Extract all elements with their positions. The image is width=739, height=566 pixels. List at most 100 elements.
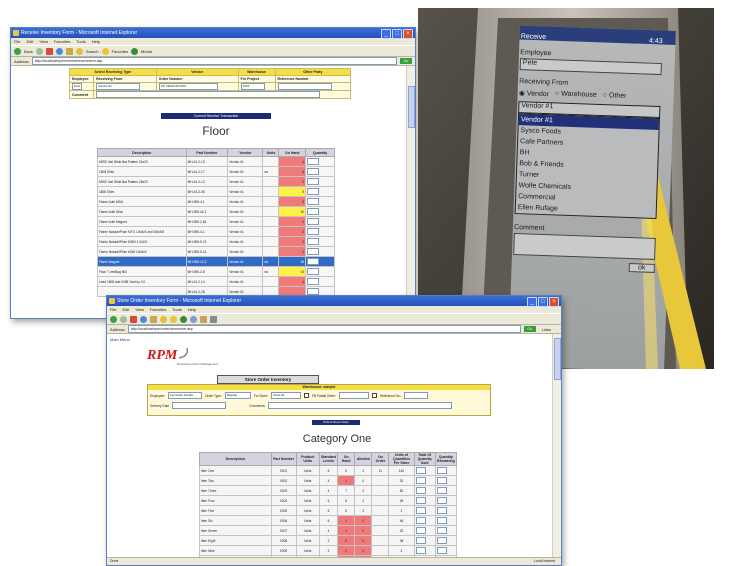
table-row[interactable]: Item Seven 0007 Units 4 1 0 32 bbox=[199, 525, 458, 536]
quantity-input[interactable] bbox=[436, 477, 447, 484]
quantity-input[interactable] bbox=[415, 547, 426, 554]
quantity-input[interactable] bbox=[436, 537, 447, 544]
table-row[interactable]: Item Eight 0008 Units 2 0 0 38 bbox=[199, 535, 458, 546]
back-icon[interactable] bbox=[14, 47, 21, 55]
vendor-tab[interactable]: Vendor bbox=[155, 68, 239, 76]
search-icon[interactable] bbox=[75, 47, 83, 55]
category-scrollbar[interactable] bbox=[552, 334, 561, 557]
quantity-input[interactable] bbox=[415, 517, 426, 524]
handheld-vendor-list[interactable]: Vendor #1 Sysco Foods Cafe Partners BH Bob &… bbox=[514, 113, 661, 219]
media-icon[interactable] bbox=[131, 47, 139, 55]
quantity-input[interactable] bbox=[415, 497, 426, 504]
menu-tools[interactable]: Tools bbox=[172, 306, 181, 313]
menu-view[interactable]: View bbox=[135, 306, 144, 313]
home-icon[interactable] bbox=[150, 315, 157, 323]
quantity-input[interactable] bbox=[436, 547, 447, 554]
comments-input[interactable] bbox=[268, 402, 453, 409]
quantity-input[interactable] bbox=[415, 467, 426, 474]
go-button[interactable]: Go bbox=[400, 58, 412, 64]
commit-receive-button[interactable]: Commit Receive Transaction bbox=[161, 113, 271, 119]
floor-scrollbar[interactable] bbox=[406, 66, 415, 318]
table-row[interactable]: Flame Magnet MH-955-13-3 Vendor #1 ea 45 bbox=[97, 256, 335, 267]
quantity-input[interactable] bbox=[307, 218, 320, 225]
other-party-tab[interactable]: Other Party bbox=[274, 68, 352, 76]
quantity-input[interactable] bbox=[307, 258, 320, 265]
quantity-input[interactable] bbox=[307, 248, 320, 255]
stop-icon[interactable] bbox=[45, 47, 53, 55]
radio-warehouse[interactable]: ○ Warehouse bbox=[555, 90, 597, 99]
handheld-comment-input[interactable] bbox=[513, 233, 656, 260]
fill-partial-select[interactable] bbox=[338, 392, 369, 399]
handheld-employee-select[interactable]: Pete bbox=[519, 58, 662, 76]
comment-input[interactable] bbox=[96, 91, 321, 98]
table-row[interactable]: Flame Natural/Plum MTO 1/4x6/4 and 3/8x3… bbox=[97, 226, 335, 237]
category-scroll-thumb[interactable] bbox=[554, 338, 561, 380]
quantity-input[interactable] bbox=[436, 507, 447, 514]
floor-title-bar[interactable]: Receive Inventory Form - Microsoft Inter… bbox=[11, 28, 415, 39]
table-row[interactable]: Flame Auth MDA MH-955-4-1 Vendor #1 8 bbox=[97, 196, 335, 207]
quantity-input[interactable] bbox=[307, 228, 320, 235]
receiving-from-select[interactable]: Vendor #1 bbox=[96, 83, 141, 90]
maximize-button[interactable]: □ bbox=[538, 297, 548, 307]
quantity-input[interactable] bbox=[307, 238, 320, 245]
submit-store-order-button[interactable]: Submit Store Order bbox=[312, 420, 360, 425]
search-icon[interactable] bbox=[160, 315, 167, 323]
quantity-input[interactable] bbox=[436, 527, 447, 534]
table-row[interactable]: Item Three 0003 Units 4 7 2 82 bbox=[199, 485, 458, 496]
close-button[interactable]: × bbox=[403, 29, 413, 39]
quantity-input[interactable] bbox=[436, 517, 447, 524]
table-row[interactable]: Flame Natural/Plum M0M 1/8x6/4 MH-955-5-1… bbox=[97, 246, 335, 257]
table-row[interactable]: 1808 Shim MH-44-2-08 Vendor #1 9 bbox=[97, 186, 335, 197]
for-project-select[interactable]: 1010 bbox=[240, 83, 265, 90]
table-row[interactable]: Item One 0001 Units 6 6 2 11 140 bbox=[199, 465, 458, 476]
menu-help[interactable]: Help bbox=[188, 306, 196, 313]
mail-icon[interactable] bbox=[200, 315, 207, 323]
maximize-button[interactable]: □ bbox=[392, 29, 402, 39]
reference-number-input[interactable] bbox=[277, 83, 332, 90]
history-icon[interactable] bbox=[190, 315, 197, 323]
employee-select[interactable]: Fernando Zavala bbox=[168, 392, 203, 399]
table-row[interactable]: Item Four 0004 Units 6 6 2 26 bbox=[199, 495, 458, 506]
quantity-input[interactable] bbox=[307, 198, 320, 205]
warehouse-tab[interactable]: Warehouse bbox=[237, 68, 276, 76]
links-label[interactable]: Links bbox=[542, 327, 551, 332]
radio-other[interactable]: ○ Other bbox=[603, 92, 627, 101]
table-row[interactable]: 1808 Shim MH-44-2-17 Vendor #1 ea 6 bbox=[97, 166, 335, 177]
menu-edit[interactable]: Edit bbox=[26, 38, 33, 45]
reference-input[interactable] bbox=[404, 392, 429, 399]
stop-icon[interactable] bbox=[130, 315, 137, 323]
table-row[interactable]: Flame Natural/Plum MDM 1.0x2/3 MH-955-5-7… bbox=[97, 236, 335, 247]
quantity-input[interactable] bbox=[415, 477, 426, 484]
menu-help[interactable]: Help bbox=[92, 38, 100, 45]
search-label[interactable]: Search bbox=[86, 49, 99, 54]
media-label[interactable]: Media bbox=[141, 49, 152, 54]
quantity-input[interactable] bbox=[415, 487, 426, 494]
reference-checkbox[interactable] bbox=[371, 393, 377, 398]
quantity-input[interactable] bbox=[436, 467, 447, 474]
quantity-input[interactable] bbox=[307, 278, 320, 285]
table-row[interactable]: Floor T vertBag 800 MH-955-2-8 Vendor #1 ea… bbox=[97, 266, 335, 277]
delivery-date-input[interactable] bbox=[172, 402, 227, 409]
table-row[interactable]: Item Two 0002 Units 4 1 0 20 bbox=[199, 475, 458, 486]
forward-icon[interactable] bbox=[35, 47, 43, 55]
print-icon[interactable] bbox=[210, 315, 217, 323]
menu-favorites[interactable]: Favorites bbox=[150, 306, 166, 313]
forward-icon[interactable] bbox=[120, 315, 127, 323]
main-menu-link[interactable]: Main Menu bbox=[110, 337, 130, 342]
table-row[interactable]: Item Six 0006 Units 6 1 0 46 bbox=[199, 515, 458, 526]
order-type-select[interactable]: Regular bbox=[224, 392, 251, 399]
table-row[interactable]: Lead 1808 and 0408 Yard by 3.0 MH-44-2-14… bbox=[97, 276, 335, 287]
minimize-button[interactable]: _ bbox=[527, 297, 537, 307]
media-icon[interactable] bbox=[180, 315, 187, 323]
quantity-input[interactable] bbox=[307, 168, 320, 175]
table-row[interactable]: Flame Auth Stick MH-955-44-1 Vendor #1 10 bbox=[97, 206, 335, 217]
back-icon[interactable] bbox=[110, 315, 117, 323]
go-button[interactable]: Go bbox=[523, 326, 536, 332]
table-row[interactable]: MISE Vari Wide Bat Pattern 24x20 MH-44-2-… bbox=[97, 156, 335, 167]
refresh-icon[interactable] bbox=[55, 47, 63, 55]
favorites-label[interactable]: Favorites bbox=[112, 49, 128, 54]
radio-vendor[interactable]: ◉ Vendor bbox=[519, 89, 550, 98]
for-store-select[interactable]: Store #1 bbox=[271, 392, 302, 399]
table-row[interactable]: Flame Auth Magnet MH-955-2-84 Vendor #1 4 bbox=[97, 216, 335, 227]
menu-edit[interactable]: Edit bbox=[122, 306, 129, 313]
